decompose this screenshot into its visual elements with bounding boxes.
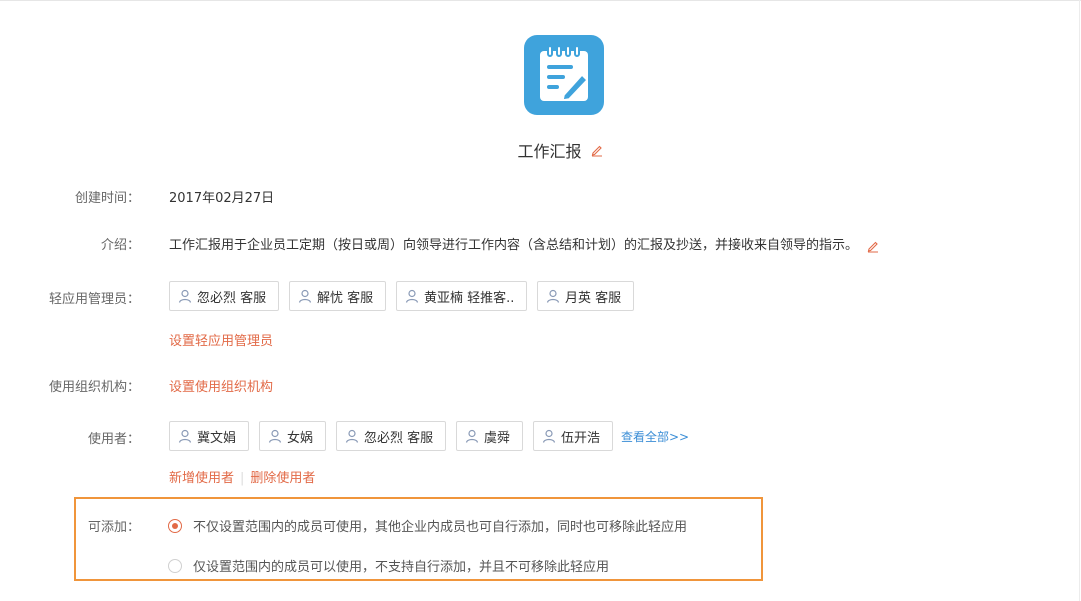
admin-chip[interactable]: 月英 客服 (537, 281, 634, 311)
user-name: 伍开浩 (561, 430, 601, 446)
addable-option-1[interactable]: 不仅设置范围内的成员可使用，其他企业内成员也可自行添加，同时也可移除此轻应用 (168, 516, 687, 535)
user-chip[interactable]: 忽必烈 客服 (336, 421, 446, 451)
person-icon (178, 289, 192, 303)
user-name: 冀文娟 (197, 430, 237, 446)
delete-user-link[interactable]: 删除使用者 (250, 471, 315, 486)
app-icon (524, 35, 604, 115)
view-all-link[interactable]: 查看全部>> (621, 428, 689, 445)
app-title: 工作汇报 (517, 142, 582, 161)
user-chip[interactable]: 虞舜 (456, 421, 523, 451)
admins-list: 忽必烈 客服 解忧 客服 黄亚楠 轻推客.. 月英 客服 (169, 281, 634, 311)
set-org-link[interactable]: 设置使用组织机构 (169, 376, 273, 395)
user-actions: 新增使用者 | 删除使用者 (169, 467, 315, 486)
intro-value: 工作汇报用于企业员工定期（按日或周）向领导进行工作内容（含总结和计划）的汇报及抄… (169, 234, 880, 253)
user-name: 虞舜 (484, 430, 511, 446)
user-chip[interactable]: 女娲 (259, 421, 326, 451)
person-icon (345, 429, 359, 443)
person-icon (405, 289, 419, 303)
edit-title-button[interactable] (590, 143, 604, 157)
intro-text: 工作汇报用于企业员工定期（按日或周）向领导进行工作内容（含总结和计划）的汇报及抄… (169, 238, 859, 253)
app-title-row: 工作汇报 (0, 138, 1081, 162)
divider: | (240, 471, 245, 486)
org-label: 使用组织机构： (48, 380, 140, 395)
pencil-icon (867, 241, 879, 252)
user-chip[interactable]: 伍开浩 (533, 421, 613, 451)
radio-button-checked[interactable] (168, 518, 182, 533)
person-icon (268, 429, 282, 443)
admin-name: 黄亚楠 轻推客.. (424, 290, 515, 306)
notepad-pen-icon (540, 45, 589, 101)
created-value: 2017年02月27日 (169, 191, 275, 206)
person-icon (546, 289, 560, 303)
admin-chip[interactable]: 忽必烈 客服 (169, 281, 279, 311)
admin-name: 忽必烈 客服 (197, 290, 267, 306)
pencil-icon (591, 145, 602, 157)
person-icon (542, 429, 556, 443)
edit-intro-button[interactable] (866, 239, 880, 253)
addable-label: 可添加： (87, 520, 140, 535)
addable-option-2[interactable]: 仅设置范围内的成员可以使用，不支持自行添加，并且不可移除此轻应用 (168, 556, 609, 575)
right-divider (1079, 0, 1080, 601)
admin-name: 解忧 客服 (317, 290, 374, 306)
addable-option-text: 仅设置范围内的成员可以使用，不支持自行添加，并且不可移除此轻应用 (193, 560, 610, 575)
user-name: 忽必烈 客服 (364, 430, 434, 446)
users-label: 使用者： (87, 432, 140, 447)
set-admins-link[interactable]: 设置轻应用管理员 (169, 330, 273, 349)
radio-button[interactable] (168, 558, 182, 573)
user-name: 女娲 (287, 430, 314, 446)
addable-option-text: 不仅设置范围内的成员可使用，其他企业内成员也可自行添加，同时也可移除此轻应用 (193, 520, 688, 535)
admin-chip[interactable]: 黄亚楠 轻推客.. (396, 281, 527, 311)
admin-chip[interactable]: 解忧 客服 (289, 281, 386, 311)
add-user-link[interactable]: 新增使用者 (169, 471, 234, 486)
user-chip[interactable]: 冀文娟 (169, 421, 249, 451)
created-label: 创建时间： (74, 191, 140, 206)
admin-name: 月英 客服 (565, 290, 622, 306)
admins-label: 轻应用管理员： (48, 292, 140, 307)
person-icon (178, 429, 192, 443)
top-divider (0, 0, 1081, 1)
intro-label: 介绍： (100, 238, 140, 253)
users-list: 冀文娟 女娲 忽必烈 客服 虞舜 伍开浩 查看全部>> (169, 421, 689, 451)
person-icon (298, 289, 312, 303)
person-icon (465, 429, 479, 443)
